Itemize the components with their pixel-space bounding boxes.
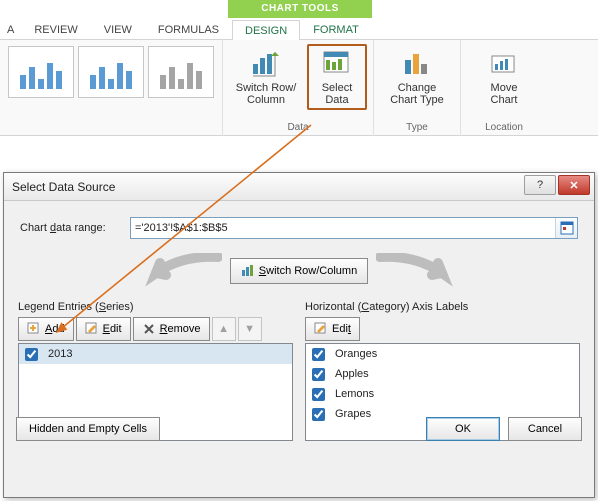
dialog-titlebar[interactable]: Select Data Source ? ✕ <box>4 173 594 201</box>
category-checkbox[interactable] <box>312 388 325 401</box>
chart-style-item[interactable] <box>148 46 214 98</box>
chart-style-item[interactable] <box>78 46 144 98</box>
ribbon: CHART TOOLS A REVIEW VIEW FORMULAS DESIG… <box>0 0 598 160</box>
edit-axis-label: Edit <box>332 323 351 335</box>
add-icon <box>27 322 41 336</box>
move-chart-label: Move Chart <box>491 82 518 106</box>
chart-tools-header: CHART TOOLS <box>228 0 372 18</box>
select-data-button[interactable]: Select Data <box>307 44 367 110</box>
edit-label: Edit <box>103 323 122 335</box>
remove-icon <box>142 322 156 336</box>
tab-formulas[interactable]: FORMULAS <box>145 19 232 39</box>
close-icon: ✕ <box>569 179 578 192</box>
move-down-button: ▼ <box>238 317 262 341</box>
help-icon: ? <box>537 179 543 191</box>
hidden-empty-cells-button[interactable]: Hidden and Empty Cells <box>16 417 160 441</box>
category-name: Lemons <box>335 388 374 400</box>
ribbon-body: Switch Row/ Column Select Data Data Ch <box>0 40 598 136</box>
switch-row: Switch Row/Column <box>16 253 582 289</box>
group-data: Switch Row/ Column Select Data Data <box>223 40 374 136</box>
axis-labels-title: Horizontal (Category) Axis Labels <box>305 301 580 313</box>
edit-icon <box>85 322 99 336</box>
category-checkbox[interactable] <box>312 348 325 361</box>
series-checkbox[interactable] <box>25 348 38 361</box>
arrow-left-decorative <box>142 253 222 289</box>
range-picker-icon <box>560 221 574 235</box>
category-row[interactable]: Apples <box>306 364 579 384</box>
edit-axis-button[interactable]: Edit <box>305 317 360 341</box>
edit-series-button[interactable]: Edit <box>76 317 131 341</box>
group-location: Move Chart Location <box>461 40 547 136</box>
change-chart-type-label: Change Chart Type <box>390 82 444 106</box>
edit-icon <box>314 322 328 336</box>
remove-label: Remove <box>160 323 201 335</box>
remove-series-button[interactable]: Remove <box>133 317 210 341</box>
group-data-label: Data <box>287 120 308 136</box>
chart-range-row: Chart data range: <box>20 217 578 239</box>
category-row[interactable]: Oranges <box>306 344 579 364</box>
move-chart-button[interactable]: Move Chart <box>467 44 541 110</box>
switch-row-column-label: Switch Row/ Column <box>236 82 297 106</box>
move-chart-icon <box>488 48 520 80</box>
tab-view[interactable]: VIEW <box>91 19 145 39</box>
tab-design[interactable]: DESIGN <box>232 20 300 40</box>
category-checkbox[interactable] <box>312 368 325 381</box>
add-series-button[interactable]: Add <box>18 317 74 341</box>
switch-row-column-icon <box>250 48 282 80</box>
group-type: Change Chart Type Type <box>374 40 461 136</box>
dialog-title: Select Data Source <box>12 180 115 194</box>
legend-entries-title: Legend Entries (Series) <box>18 301 293 313</box>
group-label <box>110 120 113 136</box>
arrow-right-decorative <box>376 253 456 289</box>
add-label: Add <box>45 323 65 335</box>
select-data-source-dialog: Select Data Source ? ✕ Chart data range:… <box>3 172 595 498</box>
change-chart-type-button[interactable]: Change Chart Type <box>380 44 454 110</box>
category-name: Oranges <box>335 348 377 360</box>
chart-range-input[interactable] <box>131 218 555 238</box>
chart-style-gallery[interactable] <box>6 44 216 100</box>
select-data-icon <box>321 48 353 80</box>
chart-range-label: Chart data range: <box>20 222 130 234</box>
series-row[interactable]: 2013 <box>19 344 292 364</box>
tab-truncated[interactable]: A <box>0 19 21 39</box>
category-row[interactable]: Lemons <box>306 384 579 404</box>
change-chart-type-icon <box>401 48 433 80</box>
cancel-button[interactable]: Cancel <box>508 417 582 441</box>
range-picker-button[interactable] <box>555 218 577 238</box>
chevron-up-icon: ▲ <box>218 323 229 335</box>
tab-format[interactable]: FORMAT <box>300 19 372 39</box>
switch-row-column-dialog-button[interactable]: Switch Row/Column <box>230 258 368 284</box>
chart-style-item[interactable] <box>8 46 74 98</box>
group-type-label: Type <box>406 120 428 136</box>
help-button[interactable]: ? <box>524 175 556 195</box>
dialog-body: Chart data range: Switch Row/Column <box>4 201 594 451</box>
switch-icon <box>241 264 255 278</box>
category-name: Apples <box>335 368 369 380</box>
chevron-down-icon: ▼ <box>244 323 255 335</box>
switch-row-column-label: Switch Row/Column <box>259 265 357 277</box>
series-name: 2013 <box>48 348 72 360</box>
tab-review[interactable]: REVIEW <box>21 19 90 39</box>
group-location-label: Location <box>485 120 523 136</box>
move-up-button: ▲ <box>212 317 236 341</box>
close-button[interactable]: ✕ <box>558 175 590 195</box>
switch-row-column-button[interactable]: Switch Row/ Column <box>229 44 303 110</box>
series-toolbar: Add Edit Remove ▲ ▼ <box>18 317 293 341</box>
ribbon-tabs: A REVIEW VIEW FORMULAS DESIGN FORMAT <box>0 18 598 40</box>
ok-button[interactable]: OK <box>426 417 500 441</box>
select-data-label: Select Data <box>322 82 353 106</box>
axis-toolbar: Edit <box>305 317 580 341</box>
dialog-footer: Hidden and Empty Cells OK Cancel <box>16 417 582 441</box>
